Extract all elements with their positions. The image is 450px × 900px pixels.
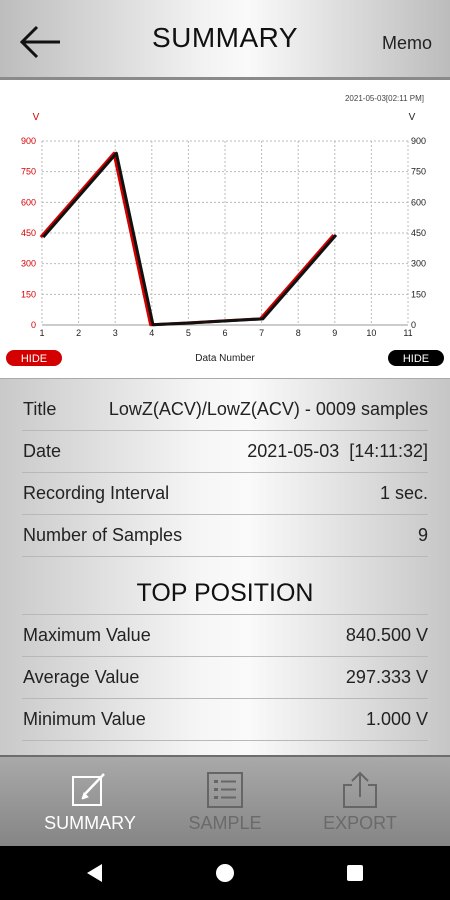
right-unit-label: V bbox=[409, 112, 416, 123]
tab-sample-label: SAMPLE bbox=[188, 813, 262, 833]
hide-right-series-button[interactable]: HIDE bbox=[388, 350, 444, 366]
info-row-min: Minimum Value 1.000 V bbox=[22, 699, 428, 741]
chart-area: 0 0 150 150 300 300 450 450 600 600 750 750 900 900 1 2… bbox=[0, 83, 450, 378]
info-row-max: Maximum Value 840.500 V bbox=[22, 615, 428, 657]
list-icon bbox=[207, 772, 243, 808]
min-label: Minimum Value bbox=[23, 709, 146, 729]
edit-note-icon bbox=[72, 773, 105, 806]
hide-left-series-button[interactable]: HIDE bbox=[6, 350, 62, 366]
max-label: Maximum Value bbox=[23, 625, 151, 645]
info-row-date: Date 2021-05-03 [14:11:32] bbox=[22, 431, 428, 473]
info-row-samples: Number of Samples 9 bbox=[22, 515, 428, 557]
bottom-tab-bar: SUMMARY SAMPLE EXPORT bbox=[0, 755, 450, 846]
y-tick-right: 150 bbox=[411, 289, 426, 299]
x-tick-label: 10 bbox=[366, 328, 376, 338]
summary-info-panel: Title LowZ(ACV)/LowZ(ACV) - 0009 samples… bbox=[0, 378, 450, 755]
x-tick-label: 6 bbox=[222, 328, 227, 338]
series-line-left bbox=[39, 151, 335, 327]
system-home-button[interactable] bbox=[210, 858, 240, 888]
title-label: Title bbox=[23, 399, 57, 419]
samples-label: Number of Samples bbox=[23, 525, 183, 545]
line-chart: 0 0150 150300 300450 450600 600750 750900 9001 2… bbox=[6, 94, 444, 366]
y-tick-right: 600 bbox=[411, 197, 426, 207]
series-line-right bbox=[42, 151, 338, 327]
interval-label: Recording Interval bbox=[23, 483, 170, 503]
hide-left-label: HIDE bbox=[21, 353, 47, 365]
circle-home-icon bbox=[216, 864, 234, 882]
system-back-button[interactable] bbox=[80, 858, 110, 888]
max-value: 840.500 V bbox=[345, 625, 428, 645]
app-header: SUMMARY Memo bbox=[0, 0, 450, 80]
avg-value: 297.333 V bbox=[345, 667, 428, 687]
triangle-back-icon bbox=[87, 864, 102, 882]
x-tick-label: 4 bbox=[149, 328, 154, 338]
tab-summary[interactable]: SUMMARY bbox=[15, 757, 165, 848]
arrow-left-icon bbox=[19, 25, 60, 59]
y-tick-left: 300 bbox=[21, 259, 36, 269]
min-value: 1.000 V bbox=[365, 709, 428, 729]
square-recents-icon bbox=[347, 865, 363, 881]
x-tick-label: 8 bbox=[296, 328, 301, 338]
left-unit-label: V bbox=[33, 112, 40, 123]
x-tick-label: 1 bbox=[39, 328, 44, 338]
y-tick-left: 750 bbox=[21, 167, 36, 177]
y-tick-right: 750 bbox=[411, 167, 426, 177]
hide-right-label: HIDE bbox=[403, 353, 429, 365]
share-icon bbox=[343, 771, 377, 808]
interval-value: 1 sec. bbox=[379, 483, 428, 503]
y-tick-right: 900 bbox=[411, 136, 426, 146]
samples-value: 9 bbox=[417, 525, 428, 545]
avg-label: Average Value bbox=[23, 667, 140, 687]
y-tick-left: 0 bbox=[31, 320, 36, 330]
info-row-interval: Recording Interval 1 sec. bbox=[22, 473, 428, 515]
system-recents-button[interactable] bbox=[340, 858, 370, 888]
tab-export[interactable]: EXPORT bbox=[285, 757, 435, 848]
date-label: Date bbox=[23, 441, 62, 461]
title-value: LowZ(ACV)/LowZ(ACV) - 0009 samples bbox=[108, 399, 428, 419]
back-button[interactable] bbox=[18, 22, 64, 62]
x-tick-label: 7 bbox=[259, 328, 264, 338]
x-axis-label: Data Number bbox=[195, 353, 255, 364]
info-row-avg: Average Value 297.333 V bbox=[22, 657, 428, 699]
tab-export-label: EXPORT bbox=[323, 813, 397, 833]
y-tick-left: 900 bbox=[21, 136, 36, 146]
top-position-heading: TOP POSITION bbox=[22, 579, 428, 615]
system-navigation-bar bbox=[0, 846, 450, 900]
tab-sample[interactable]: SAMPLE bbox=[150, 757, 300, 848]
info-row-title: Title LowZ(ACV)/LowZ(ACV) - 0009 samples bbox=[22, 389, 428, 431]
x-tick-label: 11 bbox=[403, 328, 412, 338]
tab-summary-label: SUMMARY bbox=[44, 813, 136, 833]
y-tick-right: 300 bbox=[411, 259, 426, 269]
y-tick-left: 600 bbox=[21, 197, 36, 207]
x-tick-label: 3 bbox=[113, 328, 118, 338]
x-tick-label: 5 bbox=[186, 328, 191, 338]
x-tick-label: 2 bbox=[76, 328, 81, 338]
chart-timestamp: 2021-05-03[02:11 PM] bbox=[345, 94, 424, 103]
date-value: 2021-05-03 [14:11:32] bbox=[247, 441, 428, 461]
memo-button[interactable]: Memo bbox=[382, 33, 432, 54]
y-tick-left: 150 bbox=[21, 289, 36, 299]
y-tick-right: 450 bbox=[411, 228, 426, 238]
y-tick-left: 450 bbox=[21, 228, 36, 238]
x-tick-label: 9 bbox=[332, 328, 337, 338]
